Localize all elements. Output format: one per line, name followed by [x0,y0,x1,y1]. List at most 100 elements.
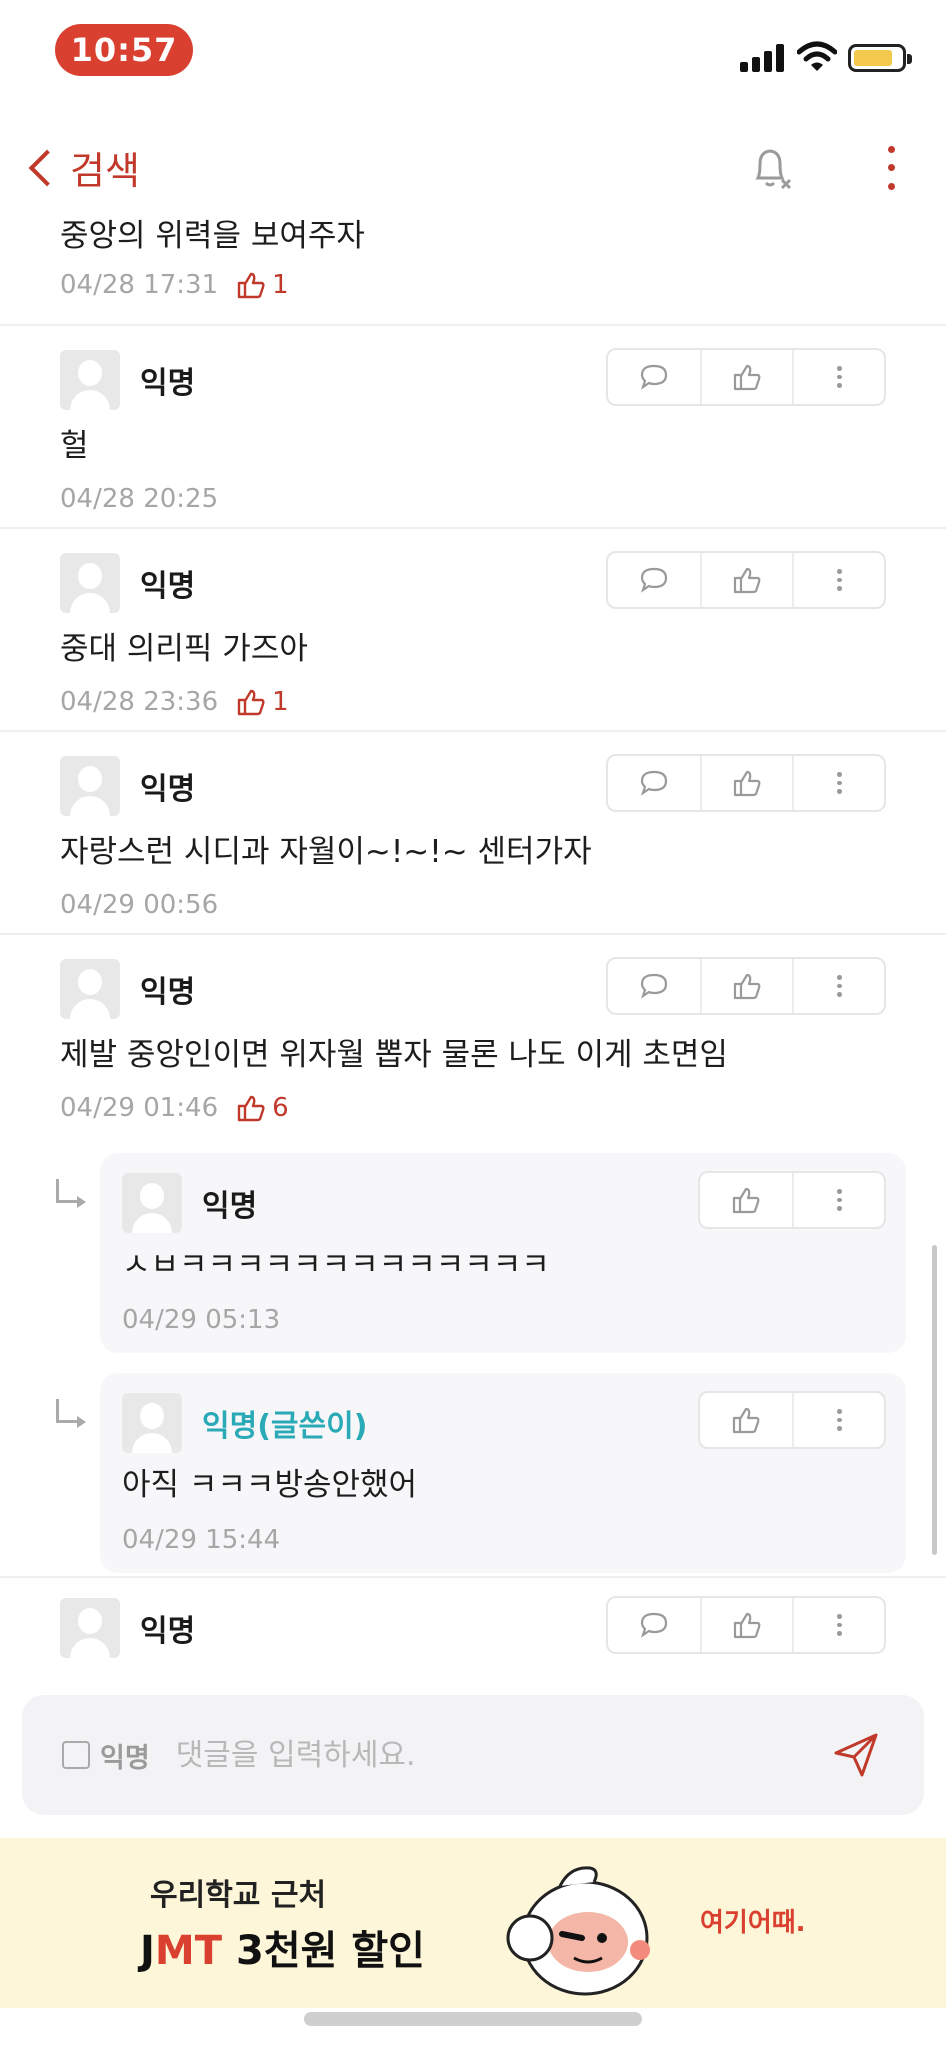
comment-time: 04/28 17:31 [60,270,219,300]
mascot-illustration [506,1866,650,1996]
more-vertical-icon [836,1407,842,1433]
reply-arrow-icon [56,1179,86,1208]
reply-actions [698,1391,886,1449]
like-button[interactable] [700,350,792,404]
comment-actions [606,551,886,609]
comment-author: 익명 [140,1614,196,1649]
cellular-signal-icon [740,44,786,72]
reply-time: 04/29 15:44 [122,1525,281,1555]
anonymous-label: 익명 [100,1742,150,1774]
comment-more-button[interactable] [792,553,884,607]
reply-arrow-icon [56,1399,86,1428]
comment-time: 04/29 00:56 [60,890,219,920]
comment-time: 04/28 23:36 [60,687,219,717]
reply-author: 익명 [202,1189,258,1224]
like-count: 1 [236,270,289,300]
ad-brand-logo: JMT [140,1928,222,1974]
comment-item: 익명 [0,1578,946,1688]
reply-text: ㅅㅂㅋㅋㅋㅋㅋㅋㅋㅋㅋㅋㅋㅋㅋ [122,1247,550,1283]
reply-button[interactable] [608,553,700,607]
wifi-icon [797,41,837,71]
ad-cta: 여기어때. [700,1908,806,1938]
ad-headline: 우리학교 근처 [150,1878,327,1913]
back-button[interactable]: 검색 [20,140,140,195]
comment-item: 익명 중대 의리픽 가즈아 04/28 23:36 1 [0,529,946,732]
like-button[interactable] [700,1393,792,1447]
like-button[interactable] [700,756,792,810]
comment-item: 익명 제발 중앙인이면 위자월 뽑자 물론 나도 이게 초면임 04/29 01… [0,935,946,1578]
comment-feed: 중앙의 위력을 보여주자 04/28 17:31 1 익명 헐 04/28 20… [0,200,946,1688]
thumbs-up-icon [733,770,761,797]
thumbs-up-icon [733,567,761,594]
speech-bubble-icon [640,973,668,999]
comment-item: 익명 헐 04/28 20:25 [0,326,946,529]
like-button[interactable] [700,1598,792,1652]
more-menu-button[interactable] [874,140,908,196]
thumbs-up-icon [237,1095,265,1122]
comment-actions [606,1596,886,1654]
comment-item: 중앙의 위력을 보여주자 04/28 17:31 1 [0,200,946,326]
speech-bubble-icon [640,770,668,796]
avatar [60,756,120,816]
comment-more-button[interactable] [792,350,884,404]
reply-button[interactable] [608,959,700,1013]
status-bar: 10:57 [0,0,946,100]
comment-text: 자랑스런 시디과 자월이~!~!~ 센터가자 [60,834,592,870]
ad-offer: JMT 3천원 할인 [140,1918,425,1976]
notification-off-icon[interactable] [746,142,794,194]
comment-author: 익명 [140,366,196,401]
thumbs-up-icon [237,689,265,716]
reply-button[interactable] [608,756,700,810]
comment-actions [606,348,886,406]
thumbs-up-icon [733,973,761,1000]
chevron-left-icon [28,149,66,186]
comment-more-button[interactable] [792,756,884,810]
scrollbar[interactable] [932,1245,937,1555]
comment-time: 04/29 01:46 [60,1093,219,1123]
like-count: 6 [236,1093,289,1123]
comment-item: 익명 자랑스런 시디과 자월이~!~!~ 센터가자 04/29 00:56 [0,732,946,935]
battery-icon [848,44,912,72]
comment-composer: 익명 [22,1695,924,1815]
more-vertical-icon [836,1612,842,1638]
reply-item: 익명 ㅅㅂㅋㅋㅋㅋㅋㅋㅋㅋㅋㅋㅋㅋㅋ 04/29 05:13 [0,1153,946,1353]
comment-author: 익명 [140,975,196,1010]
like-button[interactable] [700,553,792,607]
thumbs-up-icon [237,272,265,299]
avatar [122,1173,182,1233]
reply-more-button[interactable] [792,1173,884,1227]
nav-header: 검색 [0,120,946,210]
comment-input[interactable] [175,1737,828,1773]
reply-author: 익명(글쓴이) [202,1409,368,1444]
comment-author: 익명 [140,569,196,604]
avatar [122,1393,182,1453]
thumbs-up-icon [733,1612,761,1639]
reply-button[interactable] [608,350,700,404]
home-indicator[interactable] [304,2012,642,2026]
speech-bubble-icon [640,364,668,390]
like-button[interactable] [700,959,792,1013]
more-vertical-icon [836,364,842,390]
send-icon[interactable] [828,1727,884,1783]
comment-actions [606,957,886,1015]
comment-more-button[interactable] [792,1598,884,1652]
comment-text: 헐 [60,428,89,464]
reply-text: 아직 ㅋㅋㅋ방송안했어 [122,1467,418,1503]
reply-actions [698,1171,886,1229]
speech-bubble-icon [640,567,668,593]
comment-text: 제발 중앙인이면 위자월 뽑자 물론 나도 이게 초면임 [60,1037,728,1073]
more-vertical-icon [836,973,842,999]
like-button[interactable] [700,1173,792,1227]
more-vertical-icon [836,567,842,593]
comment-text: 중앙의 위력을 보여주자 [60,218,365,254]
thumbs-up-icon [732,1187,760,1214]
ad-banner[interactable]: 우리학교 근처 JMT 3천원 할인 여기어때. [0,1838,946,2008]
avatar [60,350,120,410]
reply-more-button[interactable] [792,1393,884,1447]
comment-author: 익명 [140,772,196,807]
anonymous-checkbox[interactable] [62,1741,90,1769]
comment-more-button[interactable] [792,959,884,1013]
reply-item: 익명(글쓴이) 아직 ㅋㅋㅋ방송안했어 04/29 15:44 [0,1373,946,1573]
back-label: 검색 [70,149,140,193]
reply-button[interactable] [608,1598,700,1652]
